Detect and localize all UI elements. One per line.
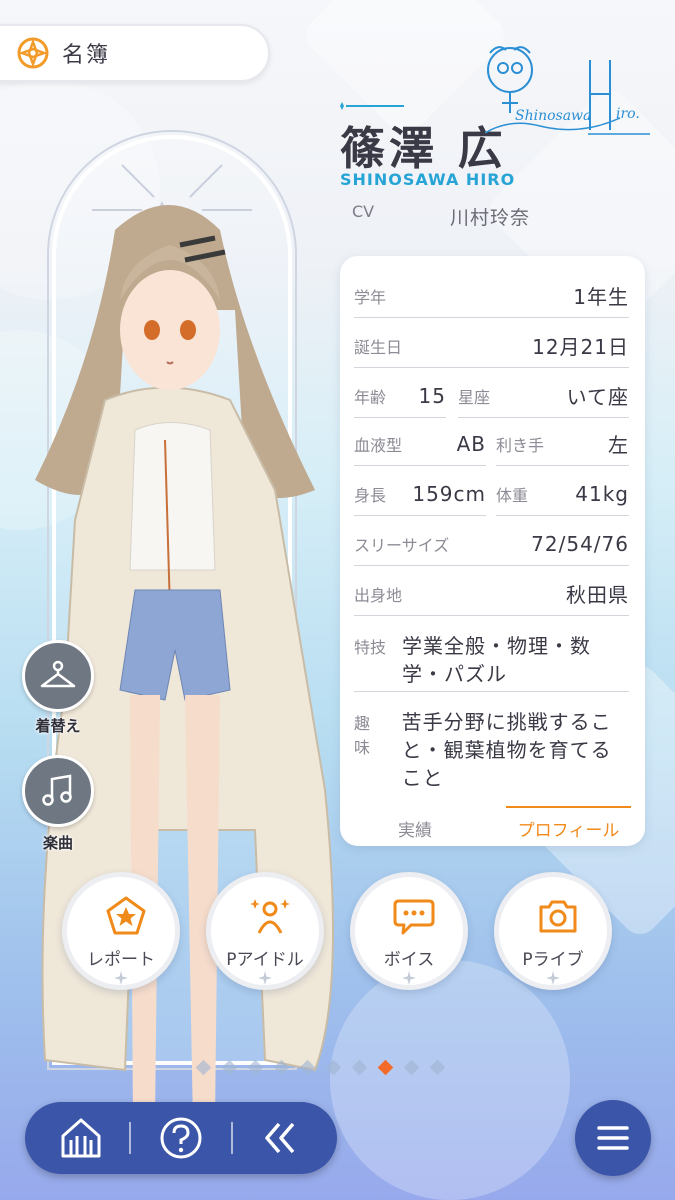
birthday-label: 誕生日 [354, 337, 403, 357]
home-icon[interactable] [57, 1114, 105, 1162]
grade-label: 学年 [354, 287, 387, 307]
profile-row-weight: 体重 41kg [496, 472, 629, 516]
skill-value: 学業全般・物理・数学・パズル [402, 634, 592, 686]
blood-value: AB [456, 431, 486, 456]
music-button[interactable] [22, 755, 94, 827]
profile-row-sizes: スリーサイズ 72/54/76 [354, 522, 629, 566]
hometown-value: 秋田県 [566, 583, 629, 607]
page-dot[interactable] [247, 1059, 264, 1076]
profile-row-grade: 学年 1年生 [354, 274, 629, 318]
help-icon[interactable] [157, 1114, 205, 1162]
outfit-label: 着替え [35, 717, 81, 735]
tab-record[interactable]: 実績 [398, 816, 432, 841]
outfit-button[interactable] [22, 640, 94, 712]
sparkle-icon [546, 971, 560, 985]
profile-row-hometown: 出身地 秋田県 [354, 572, 629, 616]
cv-label: CV [352, 202, 375, 221]
page-dot[interactable] [429, 1059, 446, 1076]
page-dot[interactable] [195, 1059, 212, 1076]
sparkle-icon [402, 971, 416, 985]
grade-value: 1年生 [573, 285, 629, 309]
active-tab-indicator [506, 806, 631, 808]
age-label: 年齢 [354, 387, 387, 407]
p-idol-button[interactable]: Pアイドル [206, 872, 324, 990]
hobby-label: 趣味 [354, 714, 371, 757]
hand-value: 左 [608, 433, 629, 457]
roster-label: 名簿 [62, 43, 111, 68]
profile-row-hand: 利き手 左 [496, 422, 629, 466]
profile-row-skill: 特技 学業全般・物理・数学・パズル [354, 620, 629, 692]
weight-value: 41kg [575, 481, 629, 506]
profile-row-age: 年齢 15 [354, 374, 446, 418]
birthday-value: 12月21日 [532, 335, 629, 359]
p-live-button[interactable]: Pライブ [494, 872, 612, 990]
weight-label: 体重 [496, 485, 529, 505]
cv-name: 川村玲奈 [450, 207, 531, 229]
profile-row-height: 身長 159cm [354, 472, 486, 516]
camera-icon [539, 900, 577, 933]
character-romaji: SHINOSAWA HIRO [340, 170, 516, 189]
profile-row-birthday: 誕生日 12月21日 [354, 324, 629, 368]
voice-button[interactable]: ボイス [350, 872, 468, 990]
p-live-label: Pライブ [522, 950, 584, 970]
svg-text:iro.: iro. [616, 106, 640, 122]
blood-label: 血液型 [354, 435, 403, 455]
hanger-icon [40, 660, 76, 688]
height-value: 159cm [412, 481, 486, 506]
page-dot[interactable] [403, 1059, 420, 1076]
page-dot[interactable] [377, 1059, 394, 1076]
idol-sparkle-icon [250, 899, 290, 934]
name-accent-line [340, 102, 404, 110]
page-dot[interactable] [325, 1059, 342, 1076]
report-label: レポート [87, 950, 155, 970]
hamburger-icon [597, 1126, 629, 1150]
voice-label: ボイス [383, 950, 435, 970]
back-chevrons-icon[interactable] [257, 1114, 305, 1162]
zodiac-value: いて座 [566, 385, 629, 409]
profile-row-hobby: 趣味 苦手分野に挑戦すること・観葉植物を育てること [354, 696, 629, 796]
svg-text:Shinosawa: Shinosawa [515, 108, 591, 124]
page-dot[interactable] [351, 1059, 368, 1076]
report-button[interactable]: レポート [62, 872, 180, 990]
profile-row-zodiac: 星座 いて座 [458, 374, 629, 418]
profile-row-blood: 血液型 AB [354, 422, 486, 466]
page-dot[interactable] [221, 1059, 238, 1076]
pentagon-star-icon [106, 896, 146, 935]
page-indicator [195, 1059, 446, 1076]
height-label: 身長 [354, 485, 387, 505]
music-note-icon [42, 774, 72, 806]
tab-profile[interactable]: プロフィール [506, 816, 631, 841]
sizes-label: スリーサイズ [354, 535, 450, 555]
nav-separator [231, 1122, 233, 1154]
hobby-value: 苦手分野に挑戦すること・観葉植物を育てること [401, 710, 612, 790]
sparkle-icon [258, 971, 272, 985]
skill-label: 特技 [354, 638, 387, 657]
age-value: 15 [418, 383, 446, 408]
sizes-value: 72/54/76 [531, 531, 629, 556]
zodiac-label: 星座 [458, 387, 491, 407]
menu-button[interactable] [575, 1100, 651, 1176]
signature-image: Shinosawa iro. [484, 46, 650, 135]
page-dot[interactable] [299, 1059, 316, 1076]
bottom-nav [25, 1102, 337, 1174]
profile-tabs: 実績 プロフィール [340, 804, 645, 844]
hand-label: 利き手 [496, 435, 545, 455]
compass-icon [17, 37, 49, 69]
roster-back-button[interactable]: 名簿 [0, 24, 270, 82]
speech-bubble-icon [393, 899, 435, 935]
nav-separator [129, 1122, 131, 1154]
p-idol-label: Pアイドル [226, 950, 304, 970]
music-label: 楽曲 [42, 834, 73, 852]
hometown-label: 出身地 [354, 585, 403, 605]
profile-card: 学年 1年生 誕生日 12月21日 年齢 15 星座 いて座 血液型 AB 利き… [340, 256, 645, 846]
page-dot[interactable] [273, 1059, 290, 1076]
sparkle-icon [114, 971, 128, 985]
